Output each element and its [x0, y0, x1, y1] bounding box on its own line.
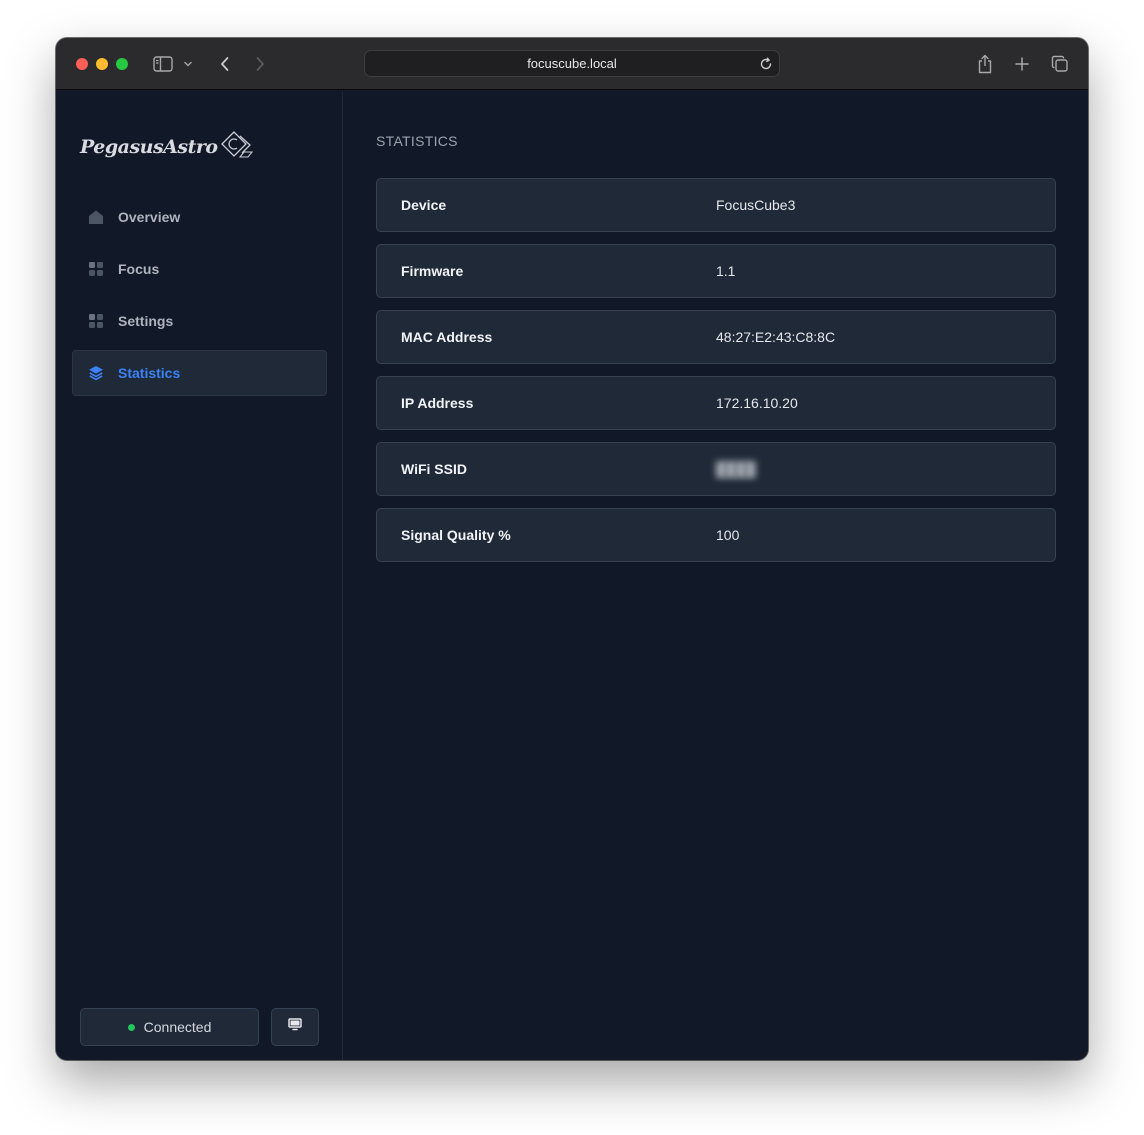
- stat-row-firmware: Firmware 1.1: [376, 244, 1056, 298]
- reload-icon[interactable]: [757, 55, 775, 73]
- sidebar: PegasusAstro Overview Focus Settings Sta…: [56, 91, 343, 1060]
- browser-window: focuscube.local PegasusAstro Overview Fo…: [56, 38, 1088, 1060]
- stat-value: 1.1: [716, 263, 736, 279]
- stat-value: 100: [716, 527, 740, 543]
- connection-status-button[interactable]: Connected: [80, 1008, 259, 1046]
- sidebar-toggle-icon[interactable]: [151, 52, 175, 76]
- sidebar-item-label: Statistics: [118, 365, 181, 381]
- sidebar-item-overview[interactable]: Overview: [72, 194, 327, 240]
- sidebar-nav: Overview Focus Settings Statistics: [72, 194, 327, 402]
- zoom-window-button[interactable]: [116, 58, 128, 70]
- brand-logo-text: PegasusAstro: [80, 136, 218, 158]
- brand-logo-mark: [220, 130, 254, 165]
- grid-icon: [88, 261, 104, 277]
- sidebar-item-settings[interactable]: Settings: [72, 298, 327, 344]
- sidebar-item-label: Focus: [118, 261, 160, 277]
- address-bar[interactable]: focuscube.local: [364, 50, 780, 77]
- stat-label: Firmware: [401, 263, 464, 279]
- stat-row-device: Device FocusCube3: [376, 178, 1056, 232]
- chevron-down-icon[interactable]: [180, 52, 196, 76]
- layers-icon: [88, 365, 104, 381]
- stat-label: MAC Address: [401, 329, 493, 345]
- sidebar-item-statistics[interactable]: Statistics: [72, 350, 327, 396]
- stat-row-ip-address: IP Address 172.16.10.20: [376, 376, 1056, 430]
- stat-value: 48:27:E2:43:C8:8C: [716, 329, 836, 345]
- stat-row-signal-quality: Signal Quality % 100: [376, 508, 1056, 562]
- main-content: STATISTICS Device FocusCube3 Firmware 1.…: [344, 91, 1088, 1060]
- statistics-list: Device FocusCube3 Firmware 1.1 MAC Addre…: [376, 178, 1056, 574]
- close-window-button[interactable]: [76, 58, 88, 70]
- minimize-window-button[interactable]: [96, 58, 108, 70]
- stat-label: Device: [401, 197, 447, 213]
- back-icon[interactable]: [213, 52, 237, 76]
- stat-label: IP Address: [401, 395, 474, 411]
- display-button[interactable]: [271, 1008, 319, 1046]
- browser-toolbar: focuscube.local: [56, 38, 1088, 90]
- stat-row-mac-address: MAC Address 48:27:E2:43:C8:8C: [376, 310, 1056, 364]
- sidebar-item-focus[interactable]: Focus: [72, 246, 327, 292]
- stat-label: WiFi SSID: [401, 461, 467, 477]
- stat-value: FocusCube3: [716, 197, 796, 213]
- stat-value-redacted: ████: [716, 461, 756, 477]
- sidebar-item-label: Settings: [118, 313, 174, 329]
- url-text: focuscube.local: [527, 56, 617, 71]
- tab-overview-icon[interactable]: [1048, 52, 1072, 76]
- forward-icon[interactable]: [248, 52, 272, 76]
- stat-value: 172.16.10.20: [716, 395, 798, 411]
- status-indicator-dot: [127, 1023, 135, 1031]
- share-icon[interactable]: [973, 52, 997, 76]
- connection-status-label: Connected: [143, 1019, 212, 1035]
- stat-row-wifi-ssid: WiFi SSID ████: [376, 442, 1056, 496]
- grid-icon: [88, 313, 104, 329]
- new-tab-icon[interactable]: [1010, 52, 1034, 76]
- sidebar-item-label: Overview: [118, 209, 181, 225]
- monitor-icon: [288, 1018, 302, 1036]
- home-icon: [88, 209, 104, 225]
- brand-logo[interactable]: PegasusAstro: [80, 130, 254, 165]
- stat-label: Signal Quality %: [401, 527, 511, 543]
- page-title: STATISTICS: [376, 133, 458, 149]
